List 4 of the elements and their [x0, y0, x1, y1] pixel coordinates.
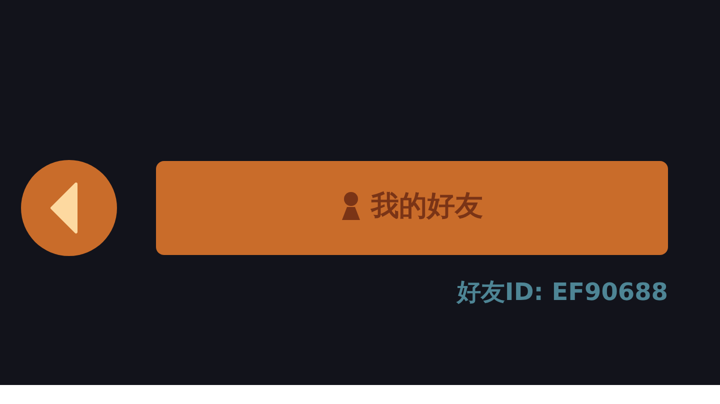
my-friends-button[interactable]: 我的好友: [156, 161, 668, 255]
friend-id-text: 好友ID: EF90688: [456, 277, 668, 308]
person-icon: [341, 191, 361, 221]
back-arrow-icon: [50, 182, 80, 234]
